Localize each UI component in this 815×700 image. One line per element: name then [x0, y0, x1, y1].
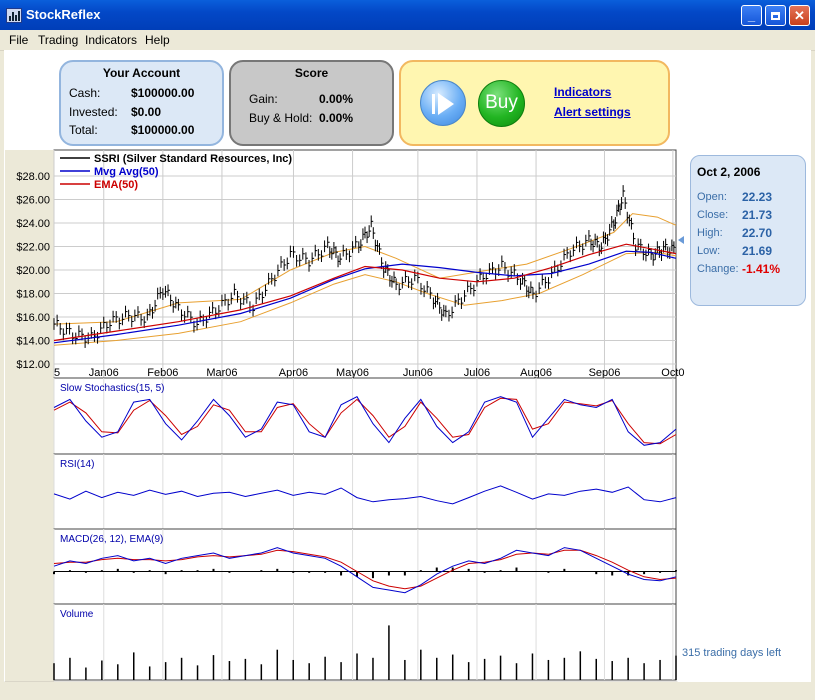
indicator-label: Volume — [60, 609, 94, 620]
y-tick-label: $22.00 — [16, 242, 50, 254]
price-plot-area — [53, 149, 677, 379]
y-tick-label: $26.00 — [16, 195, 50, 207]
y-tick-label: $28.00 — [16, 171, 50, 183]
high-value: 22.70 — [742, 226, 773, 240]
high-label: High: — [697, 227, 723, 239]
indicator-label: RSI(14) — [60, 459, 94, 470]
legend-label: Mvg Avg(50) — [94, 166, 159, 178]
y-tick-label: $24.00 — [16, 218, 50, 230]
price-chart: $28.00 $26.00 $24.00 $22.00 $20.00 $18.00 $16.… — [4, 149, 685, 696]
change-label: Change: — [697, 263, 739, 275]
y-tick-label: $20.00 — [16, 265, 50, 277]
low-value: 21.69 — [742, 244, 773, 258]
legend-label: EMA(50) — [94, 179, 138, 191]
x-tick-label: Apr06 — [279, 367, 308, 379]
x-tick-label: Oct0 — [661, 367, 684, 379]
indicator-label: MACD(26, 12), EMA(9) — [60, 534, 163, 545]
quote-info-panel: Oct 2, 2006 Open: 22.23 Close: 21.73 Hig… — [690, 155, 806, 306]
x-tick-label: Jun06 — [403, 367, 433, 379]
indicator-label: Slow Stochastics(15, 5) — [60, 383, 165, 394]
status-bar — [0, 682, 815, 700]
y-tick-label: $16.00 — [16, 312, 50, 324]
legend-label: SSRI (Silver Standard Resources, Inc) — [94, 153, 292, 165]
quote-date: Oct 2, 2006 — [697, 165, 761, 179]
close-label: Close: — [697, 209, 729, 221]
x-tick-label: Feb06 — [147, 367, 178, 379]
y-tick-label: $14.00 — [16, 336, 50, 348]
close-value: 21.73 — [742, 208, 773, 222]
scroll-handle-icon — [678, 236, 684, 244]
x-tick-label: Jan06 — [89, 367, 119, 379]
change-value: -1.41% — [742, 262, 781, 276]
y-tick-label: $18.00 — [16, 289, 50, 301]
indicator-pane — [53, 453, 677, 530]
x-tick-label: Sep06 — [589, 367, 621, 379]
x-tick-label: May06 — [336, 367, 369, 379]
x-tick-label: Jul06 — [464, 367, 490, 379]
open-value: 22.23 — [742, 190, 773, 204]
open-label: Open: — [697, 191, 727, 203]
x-tick-label: Aug06 — [520, 367, 552, 379]
x-tick-label: Mar06 — [206, 367, 237, 379]
low-label: Low: — [697, 245, 721, 257]
indicator-pane — [53, 603, 677, 681]
y-tick-label: $12.00 — [16, 359, 50, 371]
x-tick-label: 5 — [54, 367, 60, 379]
days-left-text: 315 trading days left — [682, 647, 782, 659]
